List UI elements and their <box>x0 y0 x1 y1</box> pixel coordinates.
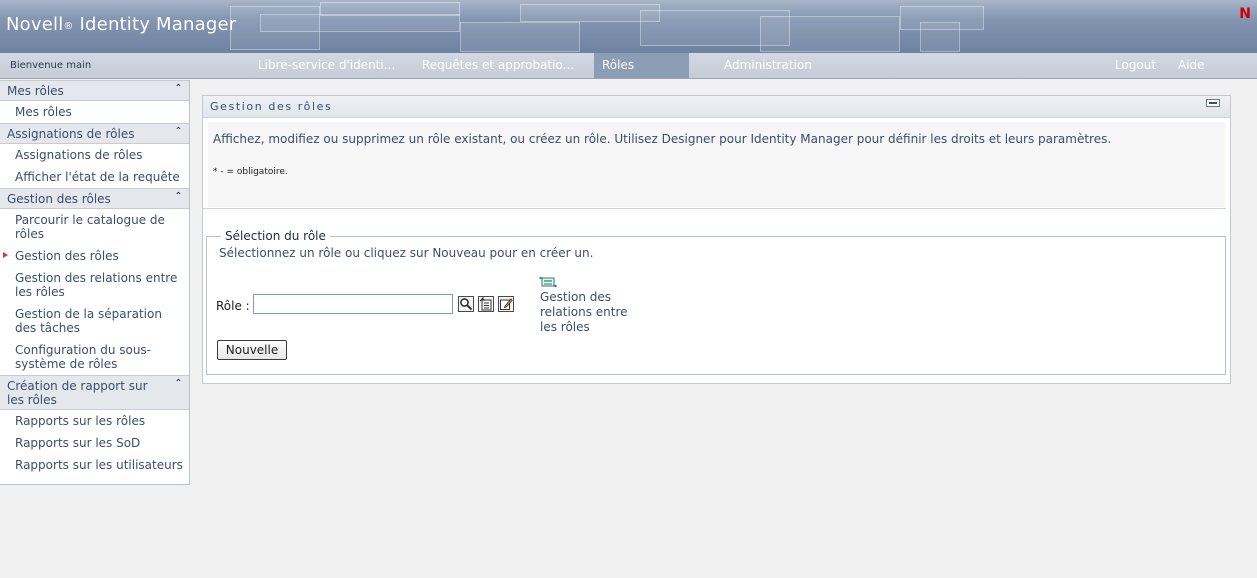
required-note: * - = obligatoire. <box>213 167 288 177</box>
top-nav: Bienvenue main Libre-service d'identi...… <box>0 53 1257 79</box>
history-icon[interactable] <box>478 296 494 312</box>
sidebar: Mes rôles ⌃ Mes rôles Assignations de rô… <box>0 80 190 485</box>
logout-link[interactable]: Logout <box>1115 53 1156 78</box>
description-area: Affichez, modifiez ou supprimez un rôle … <box>208 122 1225 207</box>
header-banner: Novell® Identity Manager N <box>0 0 1257 53</box>
tab-self-service[interactable]: Libre-service d'identi... <box>258 53 395 78</box>
sidebar-section-role-management[interactable]: Gestion des rôles ⌃ <box>0 188 189 209</box>
panel-title: Gestion des rôles <box>210 100 333 113</box>
panel-title-bar: Gestion des rôles <box>203 96 1230 118</box>
new-role-button[interactable]: Nouvelle <box>217 340 287 360</box>
sidebar-item-role-relations[interactable]: Gestion des relations entre les rôles <box>0 267 189 303</box>
tab-requests-approvals[interactable]: Requêtes et approbatio... <box>422 53 574 78</box>
role-management-panel: Gestion des rôles Affichez, modifiez ou … <box>202 95 1231 384</box>
product-logo: Novell® Identity Manager <box>6 14 237 35</box>
sidebar-section-role-reports[interactable]: Création de rapport sur les rôles ⌃ <box>0 375 189 410</box>
tab-roles[interactable]: Rôles <box>594 53 689 78</box>
search-icon[interactable] <box>458 296 474 312</box>
sidebar-section-role-assignments[interactable]: Assignations de rôles ⌃ <box>0 123 189 144</box>
sidebar-item-role-management[interactable]: Gestion des rôles <box>0 245 189 267</box>
sidebar-item-sod[interactable]: Gestion de la séparation des tâches <box>0 303 189 339</box>
chevron-up-double-icon[interactable]: ⌃ <box>172 126 185 139</box>
role-selection-fieldset: Sélection du rôle Sélectionnez un rôle o… <box>206 229 1226 375</box>
selection-hint: Sélectionnez un rôle ou cliquez sur Nouv… <box>219 246 594 260</box>
fieldset-legend: Sélection du rôle <box>221 229 330 243</box>
sidebar-item-my-roles[interactable]: Mes rôles <box>0 101 189 123</box>
help-link[interactable]: Aide <box>1178 53 1205 78</box>
sidebar-item-role-assignments[interactable]: Assignations de rôles <box>0 144 189 166</box>
sidebar-item-sod-reports[interactable]: Rapports sur les SoD <box>0 432 189 454</box>
panel-description: Affichez, modifiez ou supprimez un rôle … <box>213 132 1112 146</box>
sidebar-item-role-subsystem-config[interactable]: Configuration du sous-système de rôles <box>0 339 189 375</box>
chevron-up-double-icon[interactable]: ⌃ <box>172 83 185 96</box>
section-title: Mes rôles <box>7 84 64 98</box>
sidebar-item-role-reports[interactable]: Rapports sur les rôles <box>0 410 189 432</box>
role-input[interactable] <box>253 294 453 314</box>
sidebar-item-request-status[interactable]: Afficher l'état de la requête <box>0 166 189 188</box>
role-relations-icon[interactable] <box>539 276 557 288</box>
sidebar-item-role-catalog[interactable]: Parcourir le catalogue de rôles <box>0 209 189 245</box>
tab-administration[interactable]: Administration <box>724 53 812 78</box>
novell-logo: N <box>1239 6 1251 22</box>
section-title: Gestion des rôles <box>7 192 111 206</box>
sidebar-item-user-reports[interactable]: Rapports sur les utilisateurs <box>0 454 189 476</box>
role-relations-link[interactable]: Gestion des relations entre les rôles <box>540 290 640 335</box>
chevron-up-double-icon[interactable]: ⌃ <box>172 191 185 204</box>
maximize-icon[interactable] <box>1206 99 1220 107</box>
sidebar-section-my-roles[interactable]: Mes rôles ⌃ <box>0 80 189 101</box>
section-title: Assignations de rôles <box>7 127 135 141</box>
section-title: Création de rapport sur les rôles <box>7 379 148 407</box>
welcome-text: Bienvenue main <box>10 60 92 71</box>
edit-icon[interactable] <box>498 296 514 312</box>
divider <box>203 208 1226 209</box>
role-label: Rôle : <box>216 299 250 313</box>
chevron-up-double-icon[interactable]: ⌃ <box>172 378 185 391</box>
